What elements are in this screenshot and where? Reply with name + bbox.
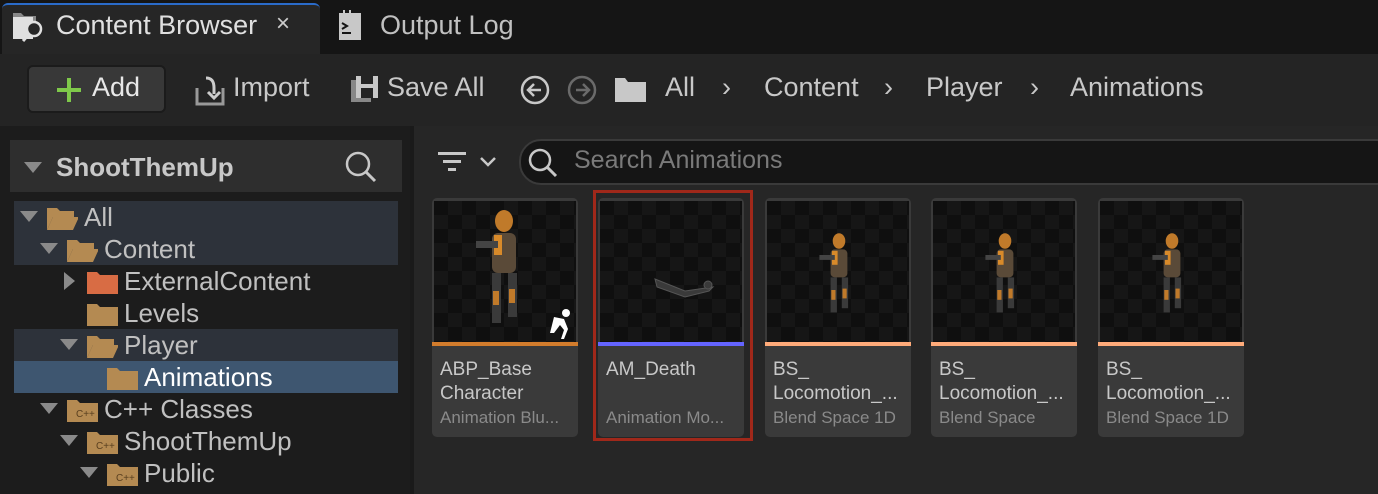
open-folder-icon bbox=[47, 208, 78, 230]
asset-tile[interactable]: ABP_Base Character Animation Blu... bbox=[432, 198, 578, 437]
expanded-arrow-icon[interactable] bbox=[80, 467, 98, 478]
expanded-arrow-icon[interactable] bbox=[60, 435, 78, 446]
tree-item-label: Player bbox=[124, 330, 198, 360]
tree-item-label: Content bbox=[104, 234, 196, 264]
forward-arrow-icon[interactable] bbox=[566, 74, 598, 106]
asset-thumbnail bbox=[1100, 201, 1242, 342]
content-browser-icon bbox=[13, 13, 43, 42]
cpp-folder-icon: C++ bbox=[67, 400, 98, 422]
collapse-arrow-icon[interactable] bbox=[24, 162, 42, 173]
asset-name: BS_ Locomotion_... bbox=[1106, 359, 1231, 404]
asset-tile[interactable]: BS_ Locomotion_... Blend Space 1D bbox=[1098, 198, 1244, 437]
expanded-arrow-icon[interactable] bbox=[40, 243, 58, 254]
asset-type-color-bar bbox=[432, 342, 578, 346]
save-all-button[interactable]: Save All bbox=[387, 72, 485, 103]
tree-item-label: C++ Classes bbox=[104, 394, 253, 424]
tree-item-label: All bbox=[84, 202, 113, 232]
search-icon[interactable] bbox=[344, 150, 378, 184]
asset-type: Blend Space 1D bbox=[1106, 408, 1229, 427]
tree-item-label: ShootThemUp bbox=[124, 426, 292, 456]
cpp-folder-icon: C++ bbox=[107, 464, 138, 486]
tree-item-label: Levels bbox=[124, 298, 200, 328]
asset-tile[interactable]: BS_ Locomotion_... Blend Space bbox=[931, 198, 1077, 437]
open-folder-icon bbox=[67, 240, 98, 262]
expanded-arrow-icon[interactable] bbox=[20, 211, 38, 222]
character-preview-icon bbox=[1152, 233, 1182, 313]
open-folder-icon bbox=[87, 336, 118, 358]
search-icon bbox=[528, 148, 558, 178]
import-icon[interactable] bbox=[194, 74, 230, 106]
breadcrumb-all[interactable]: All bbox=[665, 72, 695, 103]
collapsed-arrow-icon[interactable] bbox=[64, 272, 75, 290]
character-preview-icon bbox=[476, 210, 570, 339]
expanded-arrow-icon[interactable] bbox=[40, 403, 58, 414]
search-placeholder: Search Animations bbox=[574, 146, 783, 174]
svg-text:C++: C++ bbox=[76, 409, 95, 420]
tree-item-label: ExternalContent bbox=[124, 266, 311, 296]
filter-icon[interactable] bbox=[436, 148, 502, 176]
tree-item[interactable]: Animations bbox=[14, 361, 398, 393]
breadcrumb-content[interactable]: Content bbox=[764, 72, 859, 103]
add-label: Add bbox=[92, 72, 141, 102]
output-log-icon[interactable] bbox=[338, 9, 364, 41]
breadcrumb-animations[interactable]: Animations bbox=[1070, 72, 1204, 103]
chevron-right-icon: › bbox=[722, 72, 731, 102]
chevron-right-icon: › bbox=[1030, 72, 1039, 102]
chevron-right-icon: › bbox=[884, 72, 893, 102]
tab-output-log[interactable]: Output Log bbox=[380, 10, 514, 41]
asset-thumbnail bbox=[933, 201, 1075, 342]
tree-item-label: Public bbox=[144, 458, 215, 488]
tree-item[interactable]: C++ C++ Classes bbox=[14, 393, 398, 425]
tree-item-label: Animations bbox=[144, 362, 273, 392]
asset-tile[interactable]: BS_ Locomotion_... Blend Space 1D bbox=[765, 198, 911, 437]
breadcrumb-player[interactable]: Player bbox=[926, 72, 1003, 103]
tree-item[interactable]: ExternalContent bbox=[14, 265, 398, 297]
folder-icon bbox=[87, 304, 118, 326]
asset-name: BS_ Locomotion_... bbox=[773, 359, 898, 404]
back-arrow-icon[interactable] bbox=[519, 74, 551, 106]
expanded-arrow-icon[interactable] bbox=[60, 339, 78, 350]
close-tab-button[interactable]: × bbox=[276, 10, 290, 38]
asset-type-color-bar bbox=[765, 342, 911, 346]
folder-icon bbox=[87, 272, 118, 294]
asset-type-color-bar bbox=[1098, 342, 1244, 346]
character-preview-icon bbox=[985, 233, 1015, 313]
asset-thumbnail bbox=[434, 201, 576, 342]
folder-icon[interactable] bbox=[613, 76, 649, 104]
cpp-folder-icon: C++ bbox=[87, 432, 118, 454]
tree-item[interactable]: Content bbox=[14, 233, 398, 265]
tree-item[interactable]: C++ ShootThemUp bbox=[14, 425, 398, 457]
animation-blueprint-icon bbox=[550, 309, 570, 339]
svg-text:C++: C++ bbox=[116, 473, 135, 484]
asset-name: BS_ Locomotion_... bbox=[939, 359, 1064, 404]
asset-type: Blend Space 1D bbox=[773, 408, 896, 427]
tree-item[interactable]: C++ Public bbox=[14, 457, 398, 489]
folder-icon bbox=[107, 368, 138, 390]
asset-thumbnail bbox=[767, 201, 909, 342]
asset-name: ABP_Base Character bbox=[440, 359, 532, 404]
selection-outline bbox=[593, 190, 753, 441]
save-all-icon[interactable] bbox=[350, 74, 380, 104]
svg-text:C++: C++ bbox=[96, 441, 115, 452]
tree-item[interactable]: Levels bbox=[14, 297, 398, 329]
asset-type: Blend Space bbox=[939, 408, 1036, 427]
project-title: ShootThemUp bbox=[56, 152, 234, 182]
import-button[interactable]: Import bbox=[233, 72, 310, 103]
plus-icon bbox=[57, 78, 81, 102]
asset-type: Animation Blu... bbox=[440, 408, 560, 427]
asset-type-color-bar bbox=[931, 342, 1077, 346]
tab-label: Content Browser bbox=[56, 10, 258, 40]
tree-item[interactable]: All bbox=[14, 201, 398, 233]
character-preview-icon bbox=[819, 233, 849, 313]
tree-item[interactable]: Player bbox=[14, 329, 398, 361]
